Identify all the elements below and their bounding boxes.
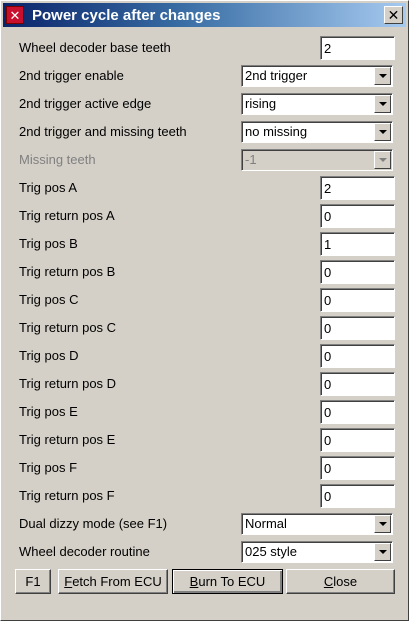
field-row-trig-return-pos-d: Trig return pos D 0 [19,372,395,396]
close-label: lose [333,574,358,589]
field-row-trig-pos-c: Trig pos C 0 [19,288,395,312]
field-label: Trig pos E [19,404,78,419]
dropdown-arrow-button[interactable] [374,67,391,85]
close-button[interactable]: Close [286,569,395,594]
trig-pos-f-input[interactable]: 0 [320,456,395,480]
field-label: Trig pos F [19,460,78,475]
field-label: 2nd trigger enable [19,68,124,83]
trig-return-pos-b-input[interactable]: 0 [320,260,395,284]
field-label: Trig pos B [19,236,78,251]
title-bar[interactable]: ✕ Power cycle after changes ✕ [3,3,406,27]
field-row-base-teeth: Wheel decoder base teeth 2 [19,36,395,60]
select-value: -1 [245,152,257,167]
chevron-down-icon [378,130,387,134]
select-value: 025 style [245,544,298,559]
fetch-from-ecu-button[interactable]: Fetch From ECU [58,569,168,594]
fetch-label: etch From ECU [72,574,162,589]
field-label: Trig return pos D [19,376,117,391]
trig-pos-e-input[interactable]: 0 [320,400,395,424]
f1-help-button[interactable]: F1 [15,569,51,594]
chevron-down-icon [378,550,387,554]
select-value: rising [245,96,277,111]
burn-mnemonic: B [189,574,199,589]
select-value: no missing [245,124,308,139]
field-label: Trig return pos B [19,264,116,279]
field-row-trig-return-pos-b: Trig return pos B 0 [19,260,395,284]
trig-pos-c-input[interactable]: 0 [320,288,395,312]
dialog-window: ✕ Power cycle after changes ✕ Wheel deco… [0,0,409,621]
field-row-wheel-decoder-routine: Wheel decoder routine 025 style [19,540,395,564]
2nd-trigger-missing-select[interactable]: no missing [241,121,393,143]
field-label: Trig return pos C [19,320,117,335]
trig-pos-b-input[interactable]: 1 [320,232,395,256]
select-value: 2nd trigger [245,68,308,83]
field-row-2nd-trigger-edge: 2nd trigger active edge rising [19,92,395,116]
field-label: Wheel decoder routine [19,544,150,559]
chevron-down-icon [378,522,387,526]
field-label: Missing teeth [19,152,96,167]
field-row-trig-pos-f: Trig pos F 0 [19,456,395,480]
field-label: Trig return pos F [19,488,115,503]
burn-label: urn To ECU [198,574,266,589]
field-row-trig-pos-d: Trig pos D 0 [19,344,395,368]
chevron-down-icon [378,102,387,106]
dropdown-arrow-button [374,151,391,169]
dual-dizzy-mode-select[interactable]: Normal [241,513,393,535]
field-label: 2nd trigger active edge [19,96,152,111]
close-icon[interactable]: ✕ [384,6,403,24]
burn-to-ecu-button[interactable]: Burn To ECU [172,569,283,594]
field-label: 2nd trigger and missing teeth [19,124,187,139]
dropdown-arrow-button[interactable] [374,543,391,561]
missing-teeth-select: -1 [241,149,393,171]
dropdown-arrow-button[interactable] [374,515,391,533]
chevron-down-icon [378,74,387,78]
field-row-trig-return-pos-c: Trig return pos C 0 [19,316,395,340]
dropdown-arrow-button[interactable] [374,123,391,141]
select-value: Normal [245,516,287,531]
fetch-mnemonic: F [64,574,73,589]
field-row-trig-pos-a: Trig pos A 2 [19,176,395,200]
field-label: Dual dizzy mode (see F1) [19,516,168,531]
close-mnemonic: C [323,574,334,589]
base-teeth-input[interactable]: 2 [320,36,395,60]
field-row-trig-return-pos-a: Trig return pos A 0 [19,204,395,228]
trig-pos-a-input[interactable]: 2 [320,176,395,200]
trig-return-pos-c-input[interactable]: 0 [320,316,395,340]
field-row-trig-return-pos-e: Trig return pos E 0 [19,428,395,452]
trig-return-pos-f-input[interactable]: 0 [320,484,395,508]
trig-pos-d-input[interactable]: 0 [320,344,395,368]
field-row-trig-return-pos-f: Trig return pos F 0 [19,484,395,508]
field-label: Trig pos A [19,180,78,195]
field-label: Trig return pos E [19,432,116,447]
wheel-decoder-routine-select[interactable]: 025 style [241,541,393,563]
field-row-missing-teeth: Missing teeth -1 [19,148,395,172]
dropdown-arrow-button[interactable] [374,95,391,113]
trig-return-pos-a-input[interactable]: 0 [320,204,395,228]
trig-return-pos-e-input[interactable]: 0 [320,428,395,452]
2nd-trigger-edge-select[interactable]: rising [241,93,393,115]
trig-return-pos-d-input[interactable]: 0 [320,372,395,396]
field-label: Trig return pos A [19,208,115,223]
app-logo-icon: ✕ [6,6,24,24]
window-title: Power cycle after changes [32,6,221,24]
field-row-2nd-trigger-enable: 2nd trigger enable 2nd trigger [19,64,395,88]
field-row-trig-pos-e: Trig pos E 0 [19,400,395,424]
field-row-trig-pos-b: Trig pos B 1 [19,232,395,256]
chevron-down-icon [378,158,387,162]
field-row-dual-dizzy: Dual dizzy mode (see F1) Normal [19,512,395,536]
field-label: Trig pos D [19,348,79,363]
2nd-trigger-enable-select[interactable]: 2nd trigger [241,65,393,87]
field-row-2nd-trigger-missing: 2nd trigger and missing teeth no missing [19,120,395,144]
field-label: Trig pos C [19,292,79,307]
field-label: Wheel decoder base teeth [19,40,171,55]
